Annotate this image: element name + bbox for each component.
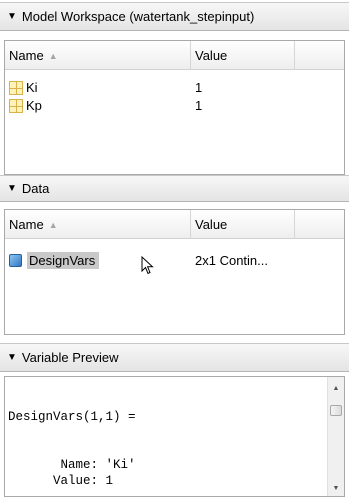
variable-name: Kp bbox=[26, 98, 42, 113]
sort-ascending-icon: ▲ bbox=[48, 50, 58, 61]
vertical-scrollbar[interactable]: ▲ ▼ bbox=[327, 377, 344, 496]
scrollbar-thumb[interactable] bbox=[330, 405, 342, 416]
collapse-triangle-icon[interactable]: ▼ bbox=[7, 11, 17, 22]
object-icon bbox=[9, 253, 22, 267]
data-panel-header[interactable]: ▼ Data bbox=[0, 175, 349, 202]
table-row[interactable]: DesignVars 2x1 Contin... bbox=[5, 250, 344, 275]
preview-line: Name: 'Ki' bbox=[8, 458, 136, 472]
scroll-up-icon[interactable]: ▲ bbox=[328, 385, 344, 392]
table-row[interactable]: Ki 1 bbox=[5, 79, 344, 96]
variable-value: 1 bbox=[195, 80, 203, 95]
matrix-icon bbox=[9, 98, 23, 113]
sort-ascending-icon: ▲ bbox=[48, 219, 58, 230]
variable-preview-title: Variable Preview bbox=[21, 350, 119, 365]
name-column-label: Name bbox=[9, 48, 44, 63]
name-column-label: Name bbox=[9, 217, 44, 232]
value-column-header[interactable]: Value bbox=[191, 41, 295, 70]
preview-line: Value: 1 bbox=[8, 474, 114, 488]
model-workspace-title: Model Workspace (watertank_stepinput) bbox=[21, 9, 255, 24]
value-column-label: Value bbox=[195, 48, 228, 63]
variable-value: 2x1 Contin... bbox=[195, 252, 268, 268]
variable-preview-pane: DesignVars(1,1) = Name: 'Ki' Value: 1 ▲ … bbox=[4, 376, 345, 497]
column-header-row: Name ▲ Value bbox=[5, 41, 344, 70]
model-workspace-table: Name ▲ Value Ki 1 Kp 1 bbox=[4, 40, 345, 175]
variable-value: 1 bbox=[195, 98, 203, 113]
column-header-row: Name ▲ Value bbox=[5, 210, 344, 239]
model-workspace-header[interactable]: ▼ Model Workspace (watertank_stepinput) bbox=[0, 2, 349, 31]
data-panel-title: Data bbox=[21, 181, 50, 196]
mouse-pointer-icon bbox=[141, 256, 154, 275]
collapse-triangle-icon[interactable]: ▼ bbox=[7, 352, 17, 363]
name-column-header[interactable]: Name ▲ bbox=[5, 210, 191, 239]
data-table: Name ▲ Value DesignVars 2x1 Contin... bbox=[4, 209, 345, 335]
preview-line: DesignVars(1,1) = bbox=[8, 410, 136, 424]
matrix-icon bbox=[9, 80, 23, 95]
variable-name: Ki bbox=[26, 80, 38, 95]
value-column-label: Value bbox=[195, 217, 228, 232]
variable-preview-header[interactable]: ▼ Variable Preview bbox=[0, 343, 349, 372]
variable-name: DesignVars bbox=[27, 251, 100, 269]
value-column-header[interactable]: Value bbox=[191, 210, 295, 239]
table-row[interactable]: Kp 1 bbox=[5, 97, 344, 114]
name-column-header[interactable]: Name ▲ bbox=[5, 41, 191, 70]
scroll-down-icon[interactable]: ▼ bbox=[328, 485, 344, 492]
collapse-triangle-icon[interactable]: ▼ bbox=[7, 183, 17, 194]
preview-text: DesignVars(1,1) = Name: 'Ki' Value: 1 bbox=[8, 377, 136, 489]
